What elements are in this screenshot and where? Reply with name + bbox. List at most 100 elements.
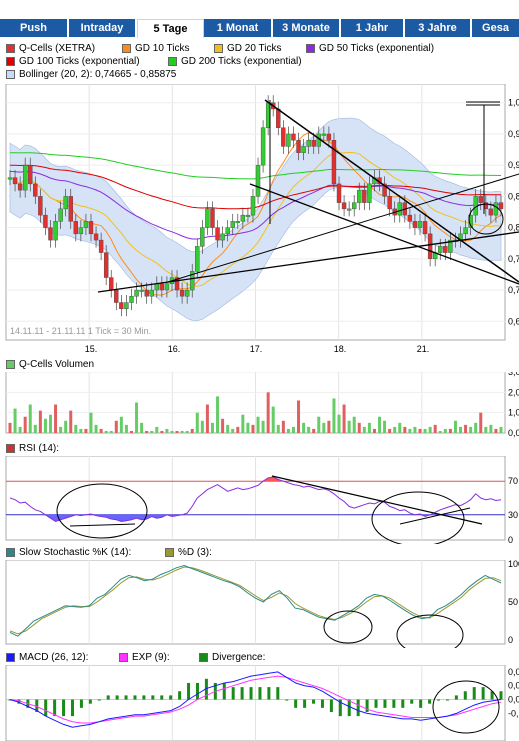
period-note: 14.11.11 - 21.11.11 1 Tick = 30 Min. [10,326,151,336]
divergence-bar [392,699,396,708]
candle-body [498,202,504,210]
candle-body [38,196,43,216]
candle-body [443,246,448,253]
y-tick-label: 0,6 [508,316,519,326]
candle-body [250,196,256,216]
divergence-bar [195,682,199,700]
divergence-bar [303,699,307,708]
candle-body [78,227,84,235]
candle-body [362,189,367,203]
volume-bar [89,412,93,433]
candle-body [53,221,58,241]
volume-bar [94,424,98,433]
volume-bar [327,420,331,433]
candle-body [260,127,266,166]
volume-bar [281,420,285,433]
volume-bar [291,426,295,433]
candle-body [159,283,165,291]
divergence-bar [374,699,378,708]
legend-swatch [6,652,15,662]
tab-1-jahr[interactable]: 1 Jahr [341,19,403,37]
y-tick-label: 0 [508,635,513,645]
candle-body [427,233,433,260]
tab-gesa[interactable]: Gesa [472,19,519,37]
candle-body [346,208,352,211]
candle-body [230,221,235,228]
candle-body [164,283,170,291]
legend-swatch [6,547,15,557]
candle-body [463,227,468,235]
tab-5-tage[interactable]: 5 Tage [137,19,204,38]
y-tick-label: 0,9 [508,160,519,170]
tab-push[interactable]: Push [0,19,67,37]
candle-body [331,139,337,185]
candle-body [139,289,144,292]
candle-body [478,196,483,203]
divergence-bar [151,695,155,700]
candle-body [341,202,347,210]
divergence-bar [258,687,262,700]
tab-3-jahre[interactable]: 3 Jahre [405,19,470,37]
volume-bar [332,398,336,433]
volume-bar [124,424,128,433]
volume-bar [231,428,235,433]
candle-body [73,221,79,235]
volume-y-ticks: 3,0 2,0 1,0 0,0 [508,372,519,438]
y-tick-label: 0,0 [508,428,519,438]
tab-intraday[interactable]: Intraday [69,19,135,37]
volume-bar [48,414,52,433]
price-legend: Q-Cells (XETRA) GD 10 Ticks GD 20 Ticks … [0,42,519,82]
divergence-bar [463,691,467,700]
volume-bar [367,422,371,433]
divergence-bar [124,695,128,700]
volume-bar [302,422,306,433]
legend-qcells: Q-Cells (XETRA) [6,43,95,54]
divergence-bar [187,682,191,700]
candle-body [417,221,423,228]
divergence-bar [222,682,226,700]
candle-body [93,233,99,241]
y-tick-label: 0,0 [508,695,519,705]
candle-body [149,289,154,297]
volume-bar [347,420,351,433]
y-tick-label: 0,7 [508,254,519,264]
period-tabs: Push Intraday 5 Tage 1 Monat 3 Monate 1 Jahr 3… [0,19,519,38]
divergence-bar [294,699,298,708]
candle-body [83,221,89,228]
volume-bar [200,420,204,433]
candle-body [134,289,139,297]
divergence-bar [142,695,146,700]
y-tick-label: 0,8 [508,191,519,201]
volume-bar [489,424,493,433]
legend-swatch [122,43,131,53]
volume-bar [352,416,356,433]
legend-swatch [6,43,15,53]
price-x-ticks: 15. 16. 17. 18. 21. [85,344,430,354]
divergence-bar [88,699,92,704]
candle-body [286,133,291,147]
legend-exp: EXP (9): [119,652,170,663]
volume-bar [494,428,498,433]
candle-body [291,133,296,141]
divergence-bar [410,699,414,704]
volume-bar [251,424,255,433]
volume-bar [271,406,275,433]
tab-1-monat[interactable]: 1 Monat [204,19,271,37]
candle-body [114,289,119,303]
candle-body [311,139,316,147]
divergence-bar [160,695,164,700]
candle-body [144,289,149,297]
volume-bar [261,420,265,433]
divergence-bar [53,699,57,717]
volume-bar [18,426,22,433]
divergence-bar [106,695,110,700]
volume-bar [459,426,463,433]
volume-bar [393,426,397,433]
y-tick-label: 3,0 [508,372,519,377]
tab-3-monate[interactable]: 3 Monate [273,19,339,37]
volume-bar [226,424,230,433]
candle-body [200,227,205,247]
divergence-bar [347,699,351,717]
candle-body [235,221,240,224]
divergence-bar [329,699,333,712]
